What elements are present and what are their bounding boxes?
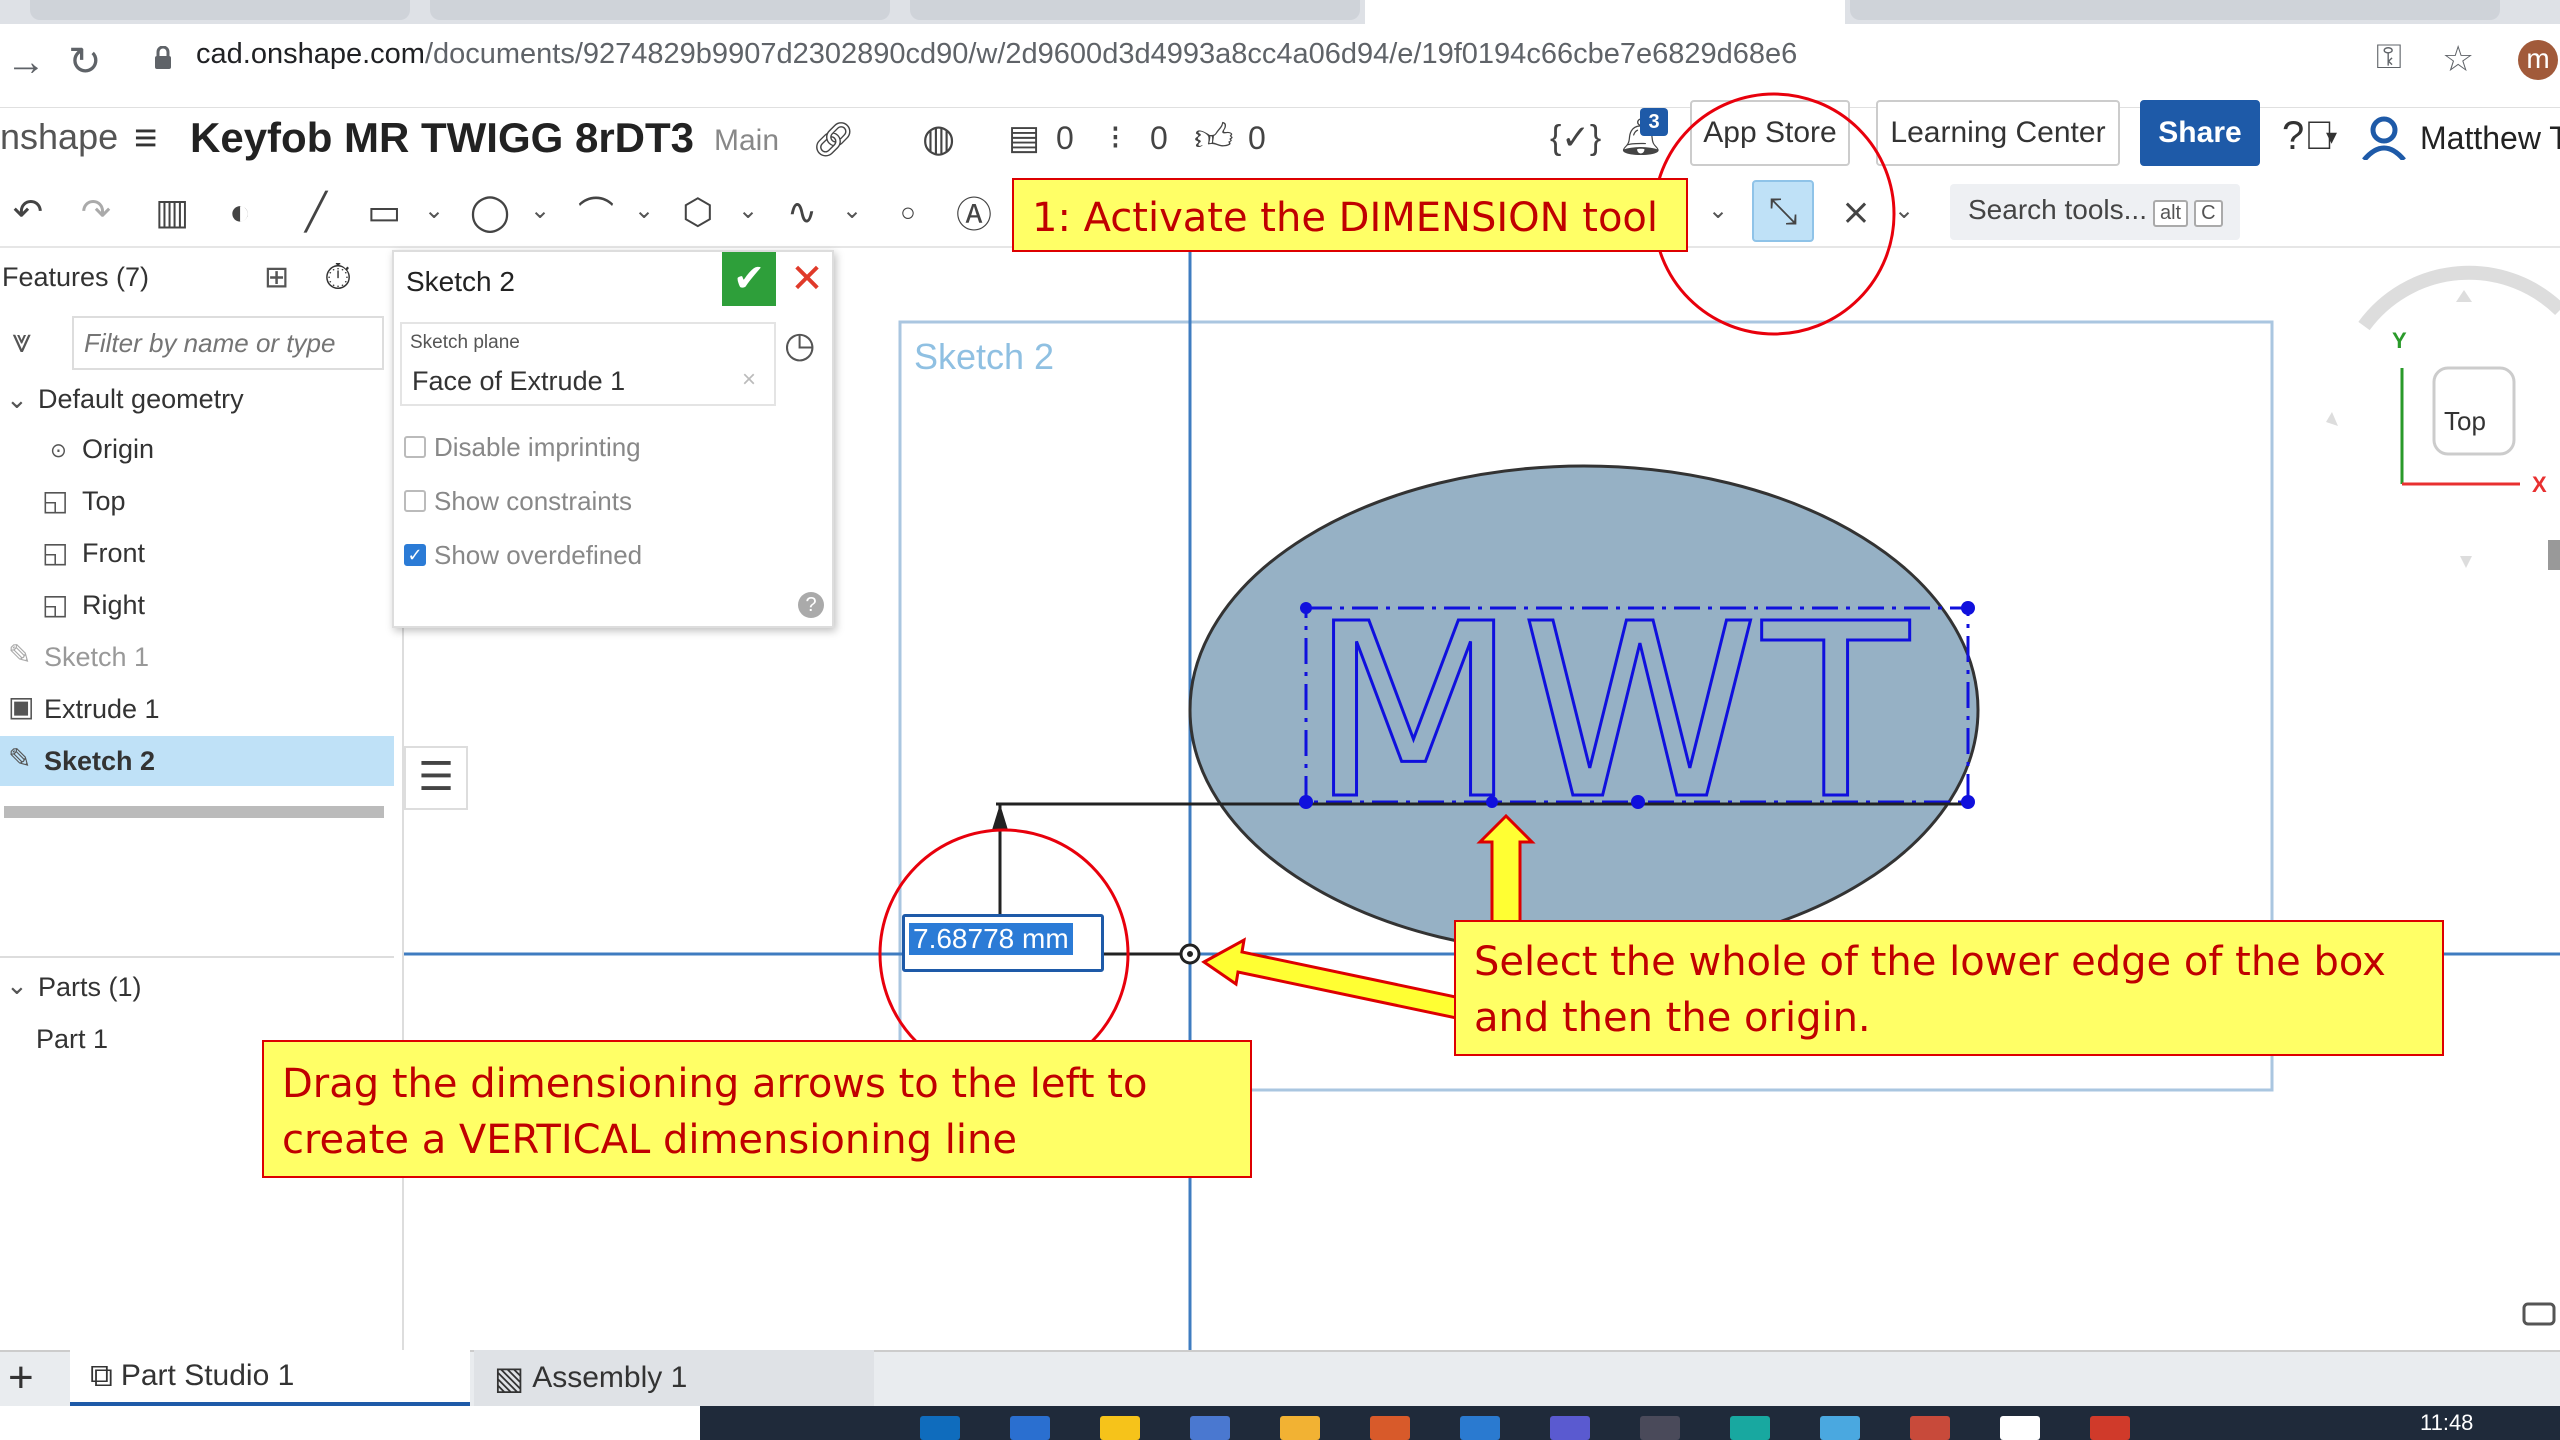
taskbar-clock[interactable]: 11:48 [2420, 1410, 2473, 1436]
left-arrow [1201, 937, 1472, 1022]
callout-drag-line1: Drag the dimensioning arrows to the left… [282, 1061, 1148, 1107]
callout-select-line1: Select the whole of the lower edge of th… [1474, 939, 2386, 985]
tab-part-studio-label: Part Studio 1 [120, 1359, 295, 1392]
callout-step1: 1: Activate the DIMENSION tool [1012, 178, 1688, 252]
part-studio-icon: ⧉ [90, 1357, 113, 1393]
callout-drag-line2: create a VERTICAL dimensioning line [282, 1117, 1017, 1163]
app-icon[interactable] [1190, 1416, 1230, 1440]
os-taskbar [0, 1406, 2560, 1440]
callout-select: Select the whole of the lower edge of th… [1454, 920, 2444, 1056]
app-icon[interactable] [2000, 1416, 2040, 1440]
tab-assembly-1[interactable]: ▧ Assembly 1 [474, 1350, 874, 1406]
app-icon[interactable] [1460, 1416, 1500, 1440]
tab-assembly-label: Assembly 1 [532, 1361, 688, 1394]
files-icon[interactable] [1280, 1416, 1320, 1440]
assembly-icon: ▧ [494, 1360, 525, 1396]
folder-icon[interactable] [1100, 1416, 1140, 1440]
powerpoint-icon[interactable] [2090, 1416, 2130, 1440]
chrome-icon[interactable] [1640, 1416, 1680, 1440]
tab-part-studio-1[interactable]: ⧉ Part Studio 1 [70, 1350, 470, 1406]
callout-select-line2: and then the origin. [1474, 995, 1871, 1041]
callout-drag: Drag the dimensioning arrows to the left… [262, 1040, 1252, 1178]
teams-icon[interactable] [1550, 1416, 1590, 1440]
add-tab-icon[interactable]: + [8, 1350, 34, 1406]
taskbar-search-box[interactable] [0, 1406, 700, 1440]
app-icon[interactable] [1910, 1416, 1950, 1440]
app-icon[interactable] [1820, 1416, 1860, 1440]
outlook-icon[interactable] [920, 1416, 960, 1440]
app-icon[interactable] [1370, 1416, 1410, 1440]
app-icon[interactable] [1010, 1416, 1050, 1440]
highlight-circle-dimension-tool [1652, 92, 1896, 336]
up-arrow [1476, 813, 1536, 938]
edge-icon[interactable] [1730, 1416, 1770, 1440]
